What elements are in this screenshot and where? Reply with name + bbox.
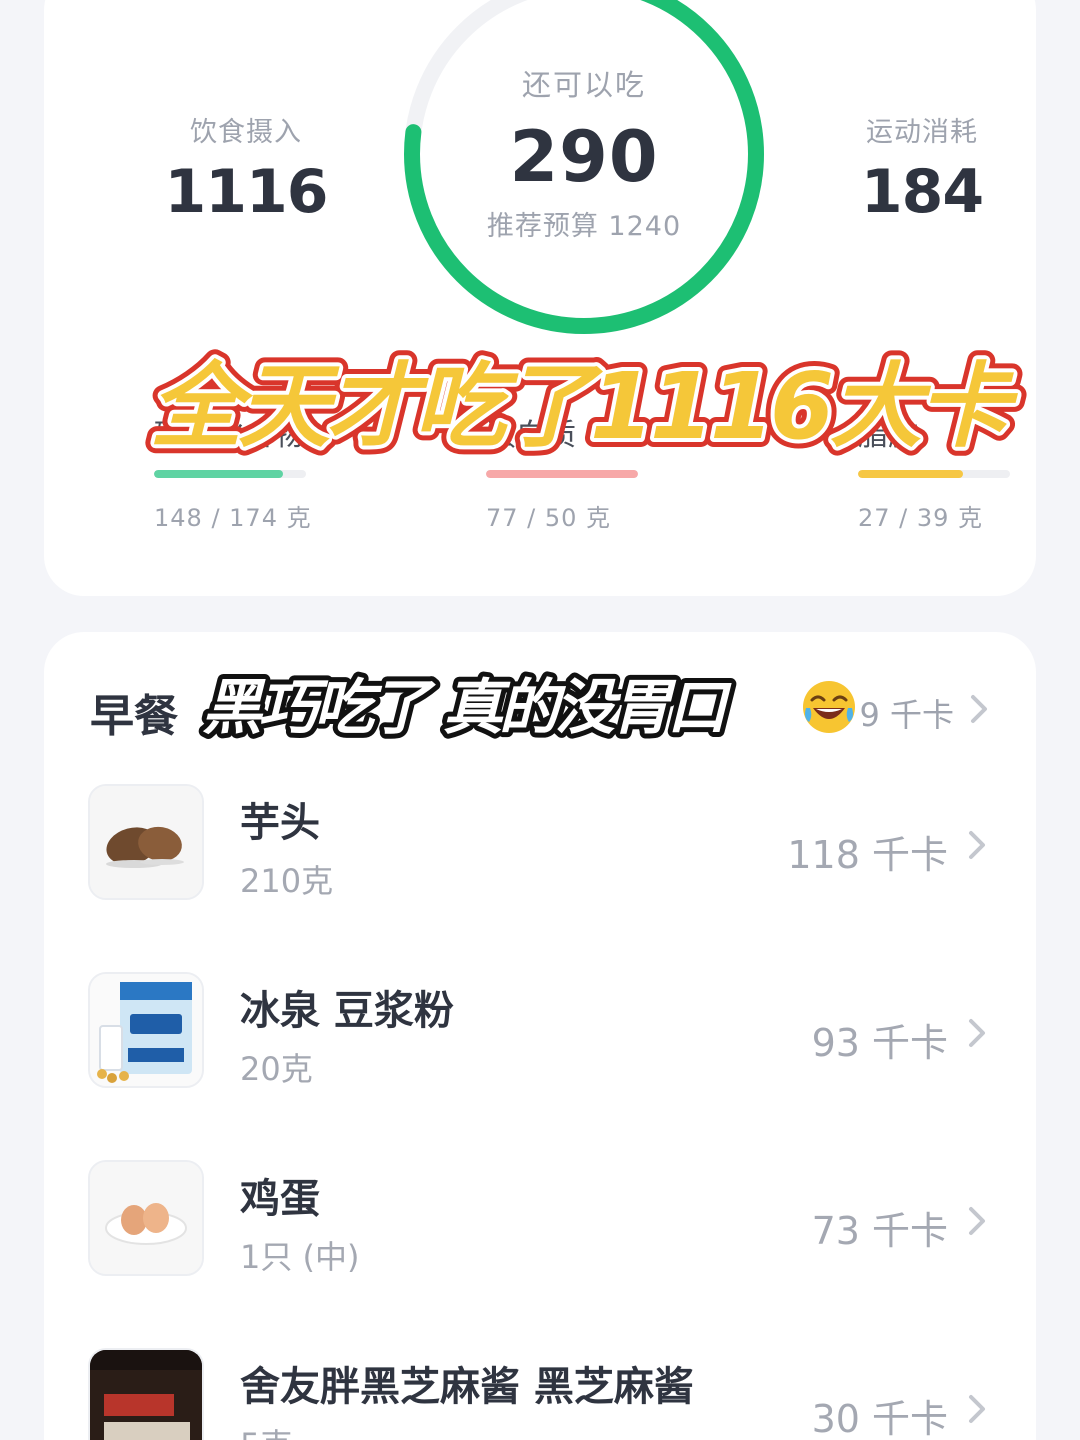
- breakfast-card: 早餐 9 千卡 黑巧吃了 真的没胃口 黑巧吃了 真的没胃口 芋头 210克 11…: [44, 632, 1036, 1440]
- app-screen: 饮食摄入 1116 还可以吃 290 推荐预算 1240 运动消耗 184 碳水…: [0, 0, 1080, 1440]
- budget-text: 推荐预算 1240: [486, 211, 682, 242]
- remaining-value: 290: [509, 116, 659, 198]
- chevron-right-icon: [969, 1207, 985, 1235]
- egg-thumbnail: [88, 1160, 204, 1276]
- food-kcal: 30 千卡: [811, 1397, 948, 1440]
- meal-title: 早餐: [90, 691, 178, 742]
- chevron-right-icon: [969, 831, 985, 859]
- overlay-caption-main: 全天才吃了1116大卡 全天才吃了1116大卡 全天才吃了1116大卡: [140, 338, 1040, 469]
- food-kcal: 118 千卡: [787, 833, 948, 877]
- laughing-emoji-icon: [803, 681, 855, 733]
- food-name: 鸡蛋: [240, 1176, 320, 1222]
- food-name: 舍友胖黑芝麻酱 黑芝麻酱: [240, 1364, 694, 1410]
- chevron-right-icon: [969, 1019, 985, 1047]
- macro-value: 27 / 39 克: [858, 504, 984, 532]
- food-item[interactable]: 芋头 210克 118 千卡: [88, 784, 992, 904]
- exercise-stat[interactable]: 运动消耗 184: [792, 110, 1052, 227]
- macro-progress-bar: [858, 470, 1010, 478]
- macro-value: 148 / 174 克: [154, 504, 312, 532]
- food-item[interactable]: 冰泉 豆浆粉 20克 93 千卡: [88, 972, 992, 1092]
- main-caption-text: 全天才吃了1116大卡: [150, 353, 1019, 460]
- intake-stat[interactable]: 饮食摄入 1116: [116, 110, 376, 227]
- intake-label: 饮食摄入: [190, 117, 302, 148]
- chevron-right-icon: [971, 695, 987, 723]
- exercise-label: 运动消耗: [866, 117, 978, 148]
- food-amount: 210克: [240, 862, 334, 900]
- food-amount: 1只 (中): [240, 1238, 360, 1276]
- food-item[interactable]: 鸡蛋 1只 (中) 73 千卡: [88, 1160, 992, 1280]
- calorie-summary-card: 饮食摄入 1116 还可以吃 290 推荐预算 1240 运动消耗 184 碳水…: [44, 0, 1036, 596]
- food-item[interactable]: 舍友胖黑芝麻酱 黑芝麻酱 5克 30 千卡: [88, 1348, 992, 1440]
- food-name: 冰泉 豆浆粉: [240, 988, 454, 1034]
- sub-caption-text: 黑巧吃了 真的没胃口: [202, 673, 732, 743]
- remaining-ring[interactable]: 还可以吃 290 推荐预算 1240: [400, 0, 768, 338]
- food-kcal: 73 千卡: [811, 1209, 948, 1253]
- food-kcal: 93 千卡: [811, 1021, 948, 1065]
- macro-value: 77 / 50 克: [486, 504, 612, 532]
- macro-progress-bar: [486, 470, 638, 478]
- soy-milk-powder-thumbnail: [88, 972, 204, 1088]
- overlay-caption-sub: 黑巧吃了 真的没胃口 黑巧吃了 真的没胃口: [197, 662, 878, 752]
- intake-value: 1116: [164, 157, 329, 227]
- food-name: 芋头: [240, 800, 320, 846]
- exercise-value: 184: [860, 157, 984, 227]
- sesame-paste-thumbnail: [88, 1348, 204, 1440]
- food-amount: 20克: [240, 1050, 313, 1088]
- chevron-right-icon: [969, 1395, 985, 1423]
- macro-progress-bar: [154, 470, 306, 478]
- remaining-label: 还可以吃: [521, 68, 646, 102]
- food-amount: 5克: [240, 1420, 292, 1440]
- taro-thumbnail: [88, 784, 204, 900]
